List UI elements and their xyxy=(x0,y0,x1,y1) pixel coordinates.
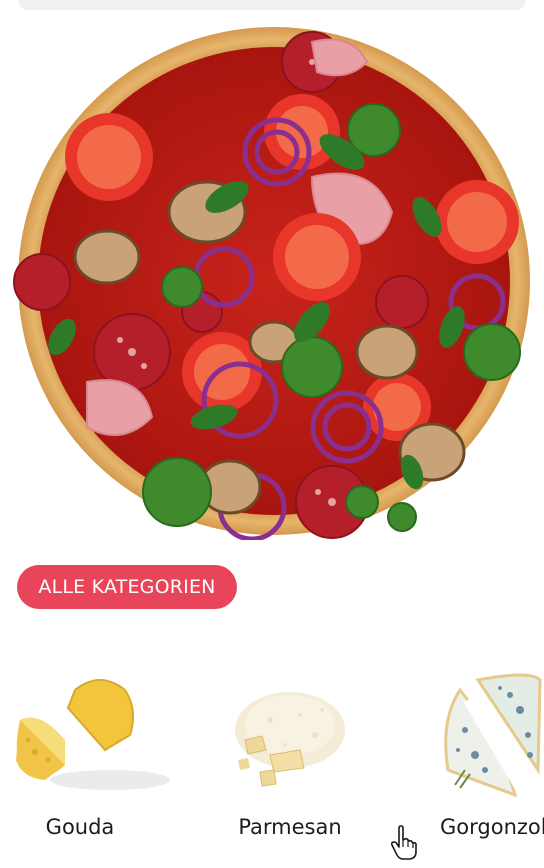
gouda-cheese-image xyxy=(0,660,180,800)
carousel-item-label: Parmesan xyxy=(238,815,342,839)
carousel-item-gorgonzola[interactable]: Gorgonzola xyxy=(420,650,544,860)
carousel-item-gouda[interactable]: Gouda xyxy=(0,650,180,860)
all-categories-button[interactable]: ALLE KATEGORIEN xyxy=(17,565,237,609)
parmesan-cheese-image xyxy=(190,660,390,800)
carousel-item-label: Gouda xyxy=(45,815,115,839)
top-card-edge xyxy=(18,0,526,10)
carousel-item-label: Gorgonzola xyxy=(440,815,544,839)
cheese-carousel[interactable]: Gouda Parmesan Gorgonzol xyxy=(0,650,544,860)
hand-pointer-icon xyxy=(390,825,418,861)
gorgonzola-cheese-image xyxy=(420,660,544,800)
pizza-image xyxy=(12,22,536,540)
carousel-item-parmesan[interactable]: Parmesan xyxy=(190,650,390,860)
